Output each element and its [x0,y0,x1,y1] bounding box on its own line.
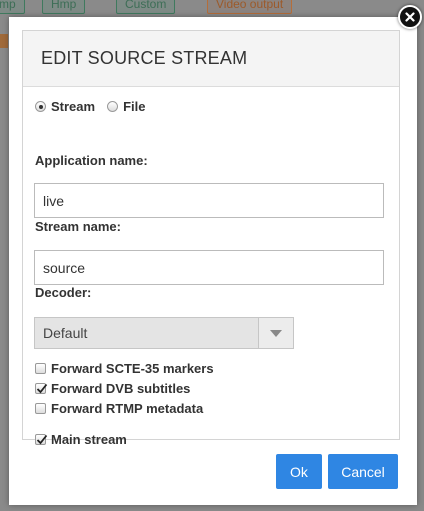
background-edge [0,34,8,48]
forward-scte35-checkbox-row[interactable]: Forward SCTE-35 markers [35,361,214,376]
dialog-header: EDIT SOURCE STREAM [23,31,399,87]
background-button: Video output [207,0,293,14]
file-radio[interactable] [107,101,119,112]
radio-option-file[interactable]: File [107,99,145,114]
forward-dvb-subtitles-label[interactable]: Forward DVB subtitles [51,381,190,396]
decoder-select[interactable]: Default [34,317,294,349]
checkmark-icon [36,434,48,445]
forward-dvb-subtitles-checkbox[interactable] [35,383,48,394]
main-stream-checkbox[interactable] [35,434,48,445]
source-type-radio-group: Stream File [35,99,157,114]
application-name-label: Application name: [35,153,148,168]
chevron-down-icon[interactable] [258,318,293,348]
dialog-title: EDIT SOURCE STREAM [41,48,248,68]
decoder-label: Decoder: [35,285,92,300]
file-radio-label[interactable]: File [123,99,145,114]
checkmark-icon [36,383,48,394]
forward-scte35-label[interactable]: Forward SCTE-35 markers [51,361,214,376]
forward-rtmp-metadata-checkbox-row[interactable]: Forward RTMP metadata [35,401,203,416]
background-button: Hmp [42,0,86,14]
edit-source-stream-dialog: EDIT SOURCE STREAM Stream File Applicati… [9,17,417,505]
stream-name-input[interactable] [34,250,384,285]
forward-rtmp-metadata-checkbox[interactable] [35,403,46,414]
application-name-input[interactable] [34,183,384,218]
radio-option-stream[interactable]: Stream [35,99,95,114]
ok-button[interactable]: Ok [276,454,322,489]
stream-radio[interactable] [35,101,46,112]
dialog-body: EDIT SOURCE STREAM Stream File Applicati… [22,30,400,447]
stream-name-label: Stream name: [35,219,121,234]
forward-scte35-checkbox[interactable] [35,363,46,374]
stream-radio-label[interactable]: Stream [51,99,95,114]
forward-rtmp-metadata-label[interactable]: Forward RTMP metadata [51,401,203,416]
decoder-selected-value[interactable]: Default [35,318,258,348]
main-stream-label[interactable]: Main stream [51,432,127,447]
close-icon[interactable] [398,5,422,29]
background-button: mp [0,0,25,14]
forward-dvb-subtitles-checkbox-row[interactable]: Forward DVB subtitles [35,381,190,396]
cancel-button[interactable]: Cancel [328,454,398,489]
background-button: Custom [116,0,176,14]
main-stream-checkbox-row[interactable]: Main stream [35,432,127,447]
